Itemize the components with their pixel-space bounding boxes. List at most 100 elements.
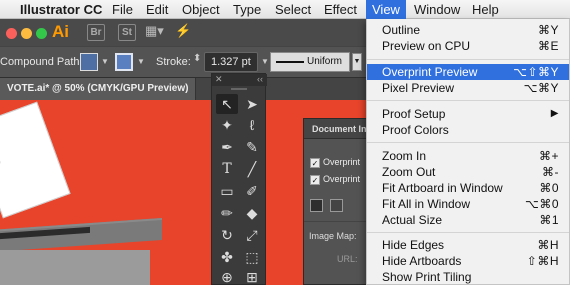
width-tool-icon[interactable]: ✤ <box>216 247 238 267</box>
menu-view[interactable]: View <box>366 0 406 19</box>
magic-wand-tool-icon[interactable]: ✦ <box>216 115 238 135</box>
panel-drag-handle[interactable] <box>231 88 247 90</box>
menu-item-shortcut: ⌥⌘Y <box>523 81 559 95</box>
menu-item-pixel-preview[interactable]: Pixel Preview ⌥⌘Y <box>367 80 569 96</box>
menu-file[interactable]: File <box>112 2 133 17</box>
document-info-panel: Document Info ✓ Overprint ✓ Overprint Imag… <box>303 118 371 285</box>
menu-item-shortcut: ⌘0 <box>539 181 559 195</box>
stroke-weight-input[interactable]: 1.327 pt <box>204 52 258 72</box>
stock-button[interactable]: St <box>118 24 136 41</box>
menu-edit[interactable]: Edit <box>146 2 168 17</box>
overprint-option-1[interactable]: ✓ Overprint <box>310 157 360 168</box>
variable-width-profile[interactable]: Uniform <box>270 52 350 72</box>
line-segment-tool-icon[interactable]: ╱ <box>241 159 263 179</box>
overprint-option-2-label: Overprint <box>323 174 361 184</box>
menu-select[interactable]: Select <box>275 2 311 17</box>
close-panel-icon[interactable]: ✕ <box>215 74 223 85</box>
menu-item-proof-colors[interactable]: Proof Colors <box>367 122 569 138</box>
checkbox-checked-icon[interactable]: ✓ <box>310 175 320 185</box>
type-tool-icon[interactable]: T <box>216 159 238 179</box>
collapse-panel-icon[interactable]: ‹‹ <box>257 74 263 84</box>
document-tab[interactable]: VOTE.ai* @ 50% (CMYK/GPU Preview) <box>0 78 196 100</box>
menu-item-fit-artboard[interactable]: Fit Artboard in Window ⌘0 <box>367 180 569 196</box>
free-transform-tool-icon[interactable]: ⬚ <box>241 247 263 267</box>
checkbox-checked-icon[interactable]: ✓ <box>310 158 320 168</box>
scale-tool-icon[interactable]: ⤢ <box>241 225 263 245</box>
menu-item-hide-artboards[interactable]: Hide Artboards ⇧⌘H <box>367 253 569 269</box>
panel-frame-button-icon[interactable] <box>330 199 343 212</box>
selection-type-label: Compound Path <box>0 56 80 68</box>
panel-square-button-icon[interactable] <box>310 199 323 212</box>
shaper-tool-icon[interactable]: ✏ <box>216 203 238 223</box>
menu-item-label: Hide Edges <box>382 238 445 252</box>
tools-panel-header[interactable]: ✕ ‹‹ <box>212 74 267 86</box>
curvature-tool-icon[interactable]: ✎ <box>241 137 263 157</box>
menu-item-label: Actual Size <box>382 213 443 227</box>
menu-item-label: Proof Colors <box>382 123 449 137</box>
illustrator-logo: Ai <box>52 22 69 41</box>
stroke-swatch[interactable] <box>115 53 133 71</box>
stroke-label: Stroke: <box>156 56 191 68</box>
stroke-profile-label: Uniform <box>307 56 343 67</box>
menu-item-actual-size[interactable]: Actual Size ⌘1 <box>367 212 569 228</box>
shape-builder-tool-icon[interactable]: ⊕ <box>216 267 238 285</box>
gpu-performance-icon[interactable]: ⚡ <box>175 23 191 39</box>
close-window-button[interactable] <box>6 28 17 39</box>
fill-swatch[interactable] <box>80 53 98 71</box>
menu-item-outline[interactable]: Outline ⌘Y <box>367 22 569 38</box>
overprint-option-2[interactable]: ✓ Overprint <box>310 174 360 185</box>
menu-help[interactable]: Help <box>472 2 499 17</box>
menu-item-zoom-out[interactable]: Zoom Out ⌘- <box>367 164 569 180</box>
menu-object[interactable]: Object <box>182 2 220 17</box>
menu-window[interactable]: Window <box>414 2 460 17</box>
document-tab-bar: VOTE.ai* @ 50% (CMYK/GPU Preview) <box>0 78 370 100</box>
lasso-tool-icon[interactable]: ℓ <box>241 115 263 135</box>
menu-separator <box>367 100 569 101</box>
menu-item-shortcut: ⌘+ <box>538 149 559 163</box>
document-info-panel-title[interactable]: Document Info <box>304 119 371 139</box>
arrange-documents-icon[interactable]: ▦▾ <box>145 23 164 39</box>
fill-dropdown-icon[interactable]: ▼ <box>101 57 109 66</box>
menu-item-proof-setup[interactable]: Proof Setup ▶ <box>367 106 569 122</box>
eraser-tool-icon[interactable]: ◆ <box>241 203 263 223</box>
stroke-weight-dropdown-icon[interactable]: ▼ <box>261 57 269 66</box>
menu-item-preview-on-cpu[interactable]: Preview on CPU ⌘E <box>367 38 569 54</box>
paintbrush-tool-icon[interactable]: ✐ <box>241 181 263 201</box>
rotate-tool-icon[interactable]: ↻ <box>216 225 238 245</box>
bridge-button[interactable]: Br <box>87 24 105 41</box>
menu-item-fit-all[interactable]: Fit All in Window ⌥⌘0 <box>367 196 569 212</box>
overprint-option-1-label: Overprint <box>323 157 361 167</box>
url-label: URL: <box>337 254 358 264</box>
tools-panel: ✕ ‹‹ ↖ ➤ ✦ ℓ ✒ ✎ T ╱ ▭ ✐ ✏ ◆ ↻ ⤢ ✤ ⬚ ⊕ ⊞ <box>211 73 267 285</box>
menu-effect[interactable]: Effect <box>324 2 357 17</box>
menu-item-shortcut: ⌘E <box>537 39 559 53</box>
menu-item-label: Fit Artboard in Window <box>382 181 503 195</box>
selection-tool-icon[interactable]: ↖ <box>216 94 238 114</box>
control-bar: Compound Path ▼ ▼ Stroke: ⬍ 1.327 pt ▼ U… <box>0 46 370 78</box>
perspective-grid-tool-icon[interactable]: ⊞ <box>241 267 263 285</box>
rectangle-tool-icon[interactable]: ▭ <box>216 181 238 201</box>
stroke-dropdown-icon[interactable]: ▼ <box>137 57 145 66</box>
menu-type[interactable]: Type <box>233 2 261 17</box>
minimize-window-button[interactable] <box>21 28 32 39</box>
menu-item-overprint-preview[interactable]: Overprint Preview ⌥⇧⌘Y <box>367 64 569 80</box>
menu-item-label: Zoom Out <box>382 165 436 179</box>
menu-item-label: Overprint Preview <box>382 65 478 79</box>
menu-item-label: Show Print Tiling <box>382 270 472 284</box>
panel-divider <box>304 221 371 222</box>
pen-tool-icon[interactable]: ✒ <box>216 137 238 157</box>
zoom-window-button[interactable] <box>36 28 47 39</box>
menu-item-show-print-tiling[interactable]: Show Print Tiling <box>367 269 569 285</box>
menu-item-shortcut: ⌘H <box>537 238 559 252</box>
stroke-stepper-icon[interactable]: ⬍ <box>193 53 201 64</box>
menu-item-shortcut: ⌥⌘0 <box>524 197 559 211</box>
menu-item-label: Pixel Preview <box>382 81 455 95</box>
profile-dropdown-icon[interactable]: ▼ <box>352 53 362 71</box>
menu-separator <box>367 232 569 233</box>
direct-selection-tool-icon[interactable]: ➤ <box>241 94 263 114</box>
menu-item-shortcut: ⌘- <box>542 165 559 179</box>
menu-item-hide-edges[interactable]: Hide Edges ⌘H <box>367 237 569 253</box>
menu-item-zoom-in[interactable]: Zoom In ⌘+ <box>367 148 569 164</box>
menubar: Illustrator CC File Edit Object Type Sel… <box>0 0 570 19</box>
menu-app-name[interactable]: Illustrator CC <box>20 2 102 17</box>
